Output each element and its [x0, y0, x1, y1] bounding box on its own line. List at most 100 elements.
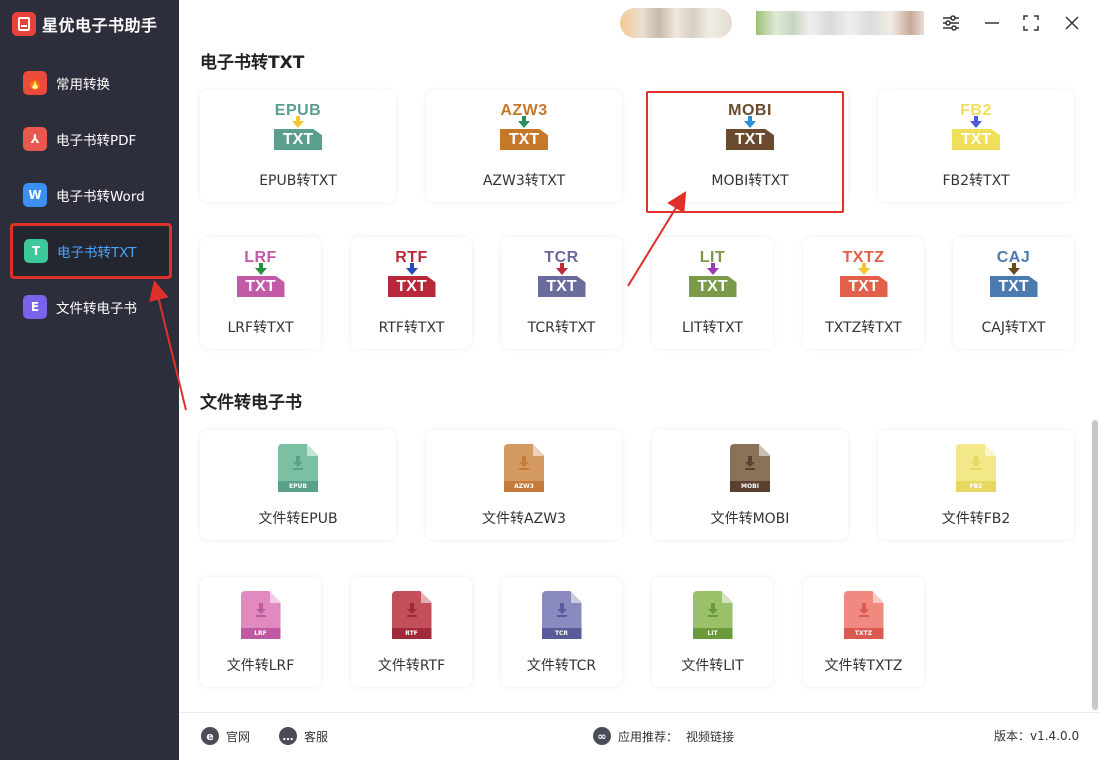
rtf-file-icon: RTF: [391, 591, 432, 639]
minimize-icon[interactable]: [981, 12, 1003, 34]
sidebar-item-4[interactable]: E 文件转电子书: [12, 282, 170, 332]
card-file-to-tcr[interactable]: TCR 文件转TCR: [501, 577, 622, 687]
card-label: FB2转TXT: [942, 173, 1010, 189]
card-label: AZW3转TXT: [482, 173, 566, 189]
card-azw3-to-txt[interactable]: AZW3 TXT AZW3转TXT: [426, 90, 622, 202]
footer: e 官网 … 客服 ∞ 应用推荐： 视频链接 版本：v1.4.0.0: [179, 712, 1100, 760]
lrf-file-icon: LRF: [240, 591, 281, 639]
app-name: 星优电子书助手: [42, 16, 158, 35]
section-title-ebook-to-txt: 电子书转TXT: [200, 53, 305, 73]
card-mobi-to-txt[interactable]: MOBI TXT MOBI转TXT: [652, 90, 848, 202]
maximize-icon[interactable]: [1020, 12, 1042, 34]
card-file-to-azw3[interactable]: AZW3 文件转AZW3: [426, 430, 622, 540]
sidebar-item-1[interactable]: ⅄ 电子书转PDF: [12, 114, 170, 164]
card-txtz-to-txt[interactable]: TXTZ TXT TXTZ转TXT: [803, 237, 924, 349]
lit-to-txt-icon: LIT TXT: [683, 249, 743, 309]
arrow-down-icon: [292, 121, 304, 128]
txt-badge-icon: TXT: [537, 276, 586, 297]
sidebar-item-2[interactable]: W 电子书转Word: [12, 170, 170, 220]
app-title: 星优电子书助手: [12, 10, 158, 38]
caj-to-txt-icon: CAJ TXT: [984, 249, 1044, 309]
txtz-file-icon: TXTZ: [843, 591, 884, 639]
arrow-down-icon: [555, 268, 568, 275]
card-epub-to-txt[interactable]: EPUB TXT EPUB转TXT: [200, 90, 396, 202]
file-format-band: EPUB: [278, 481, 318, 492]
card-file-to-fb2[interactable]: FB2 文件转FB2: [878, 430, 1074, 540]
settings-icon[interactable]: [940, 12, 962, 34]
file-format-band: TCR: [541, 628, 582, 639]
mobi-file-icon: MOBI: [730, 444, 770, 492]
arrow-down-icon: [518, 121, 530, 128]
epub-file-icon: EPUB: [278, 444, 318, 492]
txt-badge-icon: TXT: [387, 276, 436, 297]
card-file-to-mobi[interactable]: MOBI 文件转MOBI: [652, 430, 848, 540]
fb2-to-txt-icon: FB2 TXT: [946, 102, 1006, 162]
card-label: LRF转TXT: [227, 320, 294, 336]
card-file-to-txtz[interactable]: TXTZ 文件转TXTZ: [803, 577, 924, 687]
card-label: 文件转LIT: [681, 658, 744, 674]
link-icon: ∞: [593, 727, 611, 745]
card-file-to-epub[interactable]: EPUB 文件转EPUB: [200, 430, 396, 540]
card-rtf-to-txt[interactable]: RTF TXT RTF转TXT: [351, 237, 472, 349]
txt-badge-icon: TXT: [274, 129, 322, 150]
mobi-to-txt-icon: MOBI TXT: [720, 102, 780, 162]
tcr-to-txt-icon: TCR TXT: [532, 249, 592, 309]
card-lit-to-txt[interactable]: LIT TXT LIT转TXT: [652, 237, 773, 349]
card-label: 文件转TCR: [526, 658, 597, 674]
lrf-to-txt-icon: LRF TXT: [231, 249, 291, 309]
card-fb2-to-txt[interactable]: FB2 TXT FB2转TXT: [878, 90, 1074, 202]
txt-badge-icon: TXT: [726, 129, 774, 150]
section-title-file-to-ebook: 文件转电子书: [200, 393, 302, 413]
card-label: TCR转TXT: [527, 320, 596, 336]
card-file-to-lrf[interactable]: LRF 文件转LRF: [200, 577, 321, 687]
close-icon[interactable]: [1061, 12, 1083, 34]
file-format-band: MOBI: [730, 481, 770, 492]
website-label: 官网: [226, 729, 251, 744]
sidebar-item-3[interactable]: T 电子书转TXT: [10, 223, 172, 279]
card-file-to-rtf[interactable]: RTF 文件转RTF: [351, 577, 472, 687]
flame-icon: 🔥: [23, 71, 47, 95]
website-link[interactable]: e 官网: [201, 727, 250, 745]
support-link[interactable]: … 客服: [279, 727, 328, 745]
arrow-down-icon: [744, 121, 756, 128]
card-label: 文件转AZW3: [482, 511, 566, 527]
sidebar-item-label: 常用转换: [56, 77, 110, 93]
recommend-area: ∞ 应用推荐： 视频链接: [593, 727, 734, 745]
card-label: EPUB转TXT: [259, 173, 337, 189]
sidebar-item-label: 文件转电子书: [56, 301, 137, 317]
ebook-icon: E: [23, 295, 47, 319]
lit-file-icon: LIT: [692, 591, 733, 639]
card-label: RTF转TXT: [378, 320, 445, 336]
card-label: MOBI转TXT: [711, 173, 789, 189]
arrow-down-icon: [970, 121, 982, 128]
file-format-band: FB2: [956, 481, 996, 492]
file-format-band: LIT: [692, 628, 733, 639]
sidebar-item-0[interactable]: 🔥 常用转换: [12, 58, 170, 108]
card-tcr-to-txt[interactable]: TCR TXT TCR转TXT: [501, 237, 622, 349]
azw3-to-txt-icon: AZW3 TXT: [494, 102, 554, 162]
card-label: 文件转MOBI: [710, 511, 790, 527]
card-label: 文件转LRF: [226, 658, 295, 674]
rtf-to-txt-icon: RTF TXT: [382, 249, 442, 309]
user-avatar-blurred[interactable]: [620, 8, 732, 38]
recommend-label: 应用推荐：: [618, 729, 679, 744]
txt-badge-icon: TXT: [839, 276, 888, 297]
app-logo-icon: [12, 12, 36, 36]
video-link[interactable]: 视频链接: [686, 728, 734, 745]
file-format-band: AZW3: [504, 481, 544, 492]
chat-icon: …: [279, 727, 297, 745]
card-label: CAJ转TXT: [981, 320, 1046, 336]
file-format-band: LRF: [240, 628, 281, 639]
tcr-file-icon: TCR: [541, 591, 582, 639]
version-text: 版本：v1.4.0.0: [994, 729, 1080, 743]
card-lrf-to-txt[interactable]: LRF TXT LRF转TXT: [200, 237, 321, 349]
card-label: LIT转TXT: [682, 320, 743, 336]
word-icon: W: [23, 183, 47, 207]
card-caj-to-txt[interactable]: CAJ TXT CAJ转TXT: [953, 237, 1074, 349]
txt-badge-icon: TXT: [989, 276, 1038, 297]
txt-badge-icon: TXT: [952, 129, 1000, 150]
txt-icon: T: [24, 239, 48, 263]
user-info-blurred[interactable]: [756, 11, 924, 35]
scrollbar[interactable]: [1092, 420, 1098, 710]
card-file-to-lit[interactable]: LIT 文件转LIT: [652, 577, 773, 687]
